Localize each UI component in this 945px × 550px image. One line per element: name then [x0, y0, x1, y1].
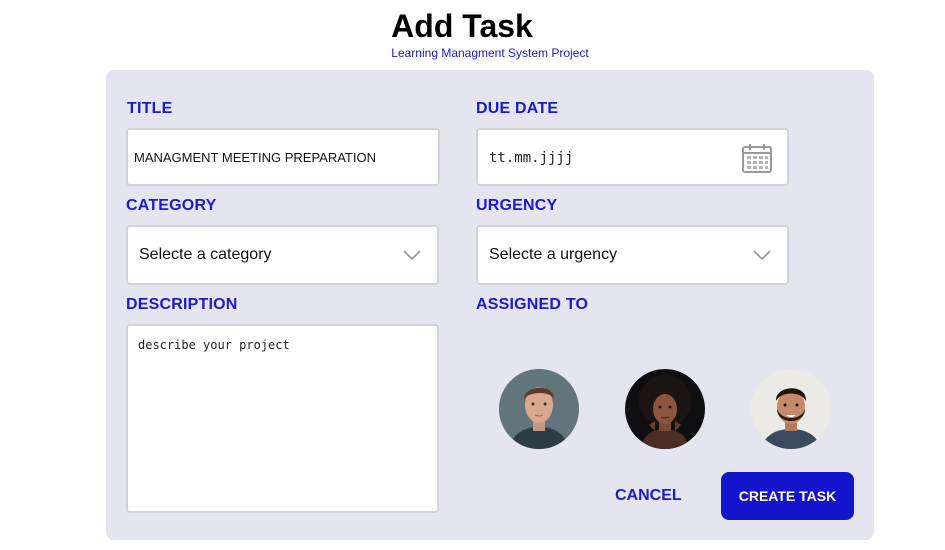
due-date-label: DUE DATE — [476, 100, 559, 117]
page-title: Add Task — [391, 8, 533, 44]
calendar-icon[interactable] — [741, 142, 773, 174]
avatar-3-image — [751, 369, 831, 449]
due-date-placeholder: tt.mm.jjjj — [489, 150, 574, 166]
avatar-assignee-2[interactable] — [625, 369, 705, 449]
title-input[interactable]: MANAGMENT MEETING PREPARATION — [126, 128, 440, 186]
create-task-button[interactable]: CREATE TASK — [721, 472, 854, 520]
description-placeholder: describe your project — [138, 338, 290, 352]
avatar-2-image — [625, 369, 705, 449]
urgency-select[interactable]: Selecte a urgency — [476, 225, 789, 285]
description-textarea[interactable]: describe your project — [126, 324, 439, 513]
category-label: CATEGORY — [126, 197, 217, 214]
category-selected-value: Selecte a category — [139, 246, 272, 263]
chevron-down-icon — [403, 250, 421, 261]
avatar-1-image — [499, 369, 579, 449]
due-date-input[interactable]: tt.mm.jjjj — [476, 128, 789, 186]
title-input-value: MANAGMENT MEETING PREPARATION — [134, 150, 376, 165]
title-label: TITLE — [127, 100, 173, 117]
assigned-to-label: ASSIGNED TO — [476, 296, 589, 313]
description-label: DESCRIPTION — [126, 296, 238, 313]
urgency-selected-value: Selecte a urgency — [489, 246, 618, 263]
avatar-assignee-1[interactable] — [499, 369, 579, 449]
urgency-label: URGENCY — [476, 197, 558, 214]
chevron-down-icon — [753, 250, 771, 261]
avatar-assignee-3[interactable] — [751, 369, 831, 449]
page-subtitle: Learning Managment System Project — [391, 46, 589, 60]
category-select[interactable]: Selecte a category — [126, 225, 439, 285]
cancel-button[interactable]: CANCEL — [615, 487, 682, 505]
